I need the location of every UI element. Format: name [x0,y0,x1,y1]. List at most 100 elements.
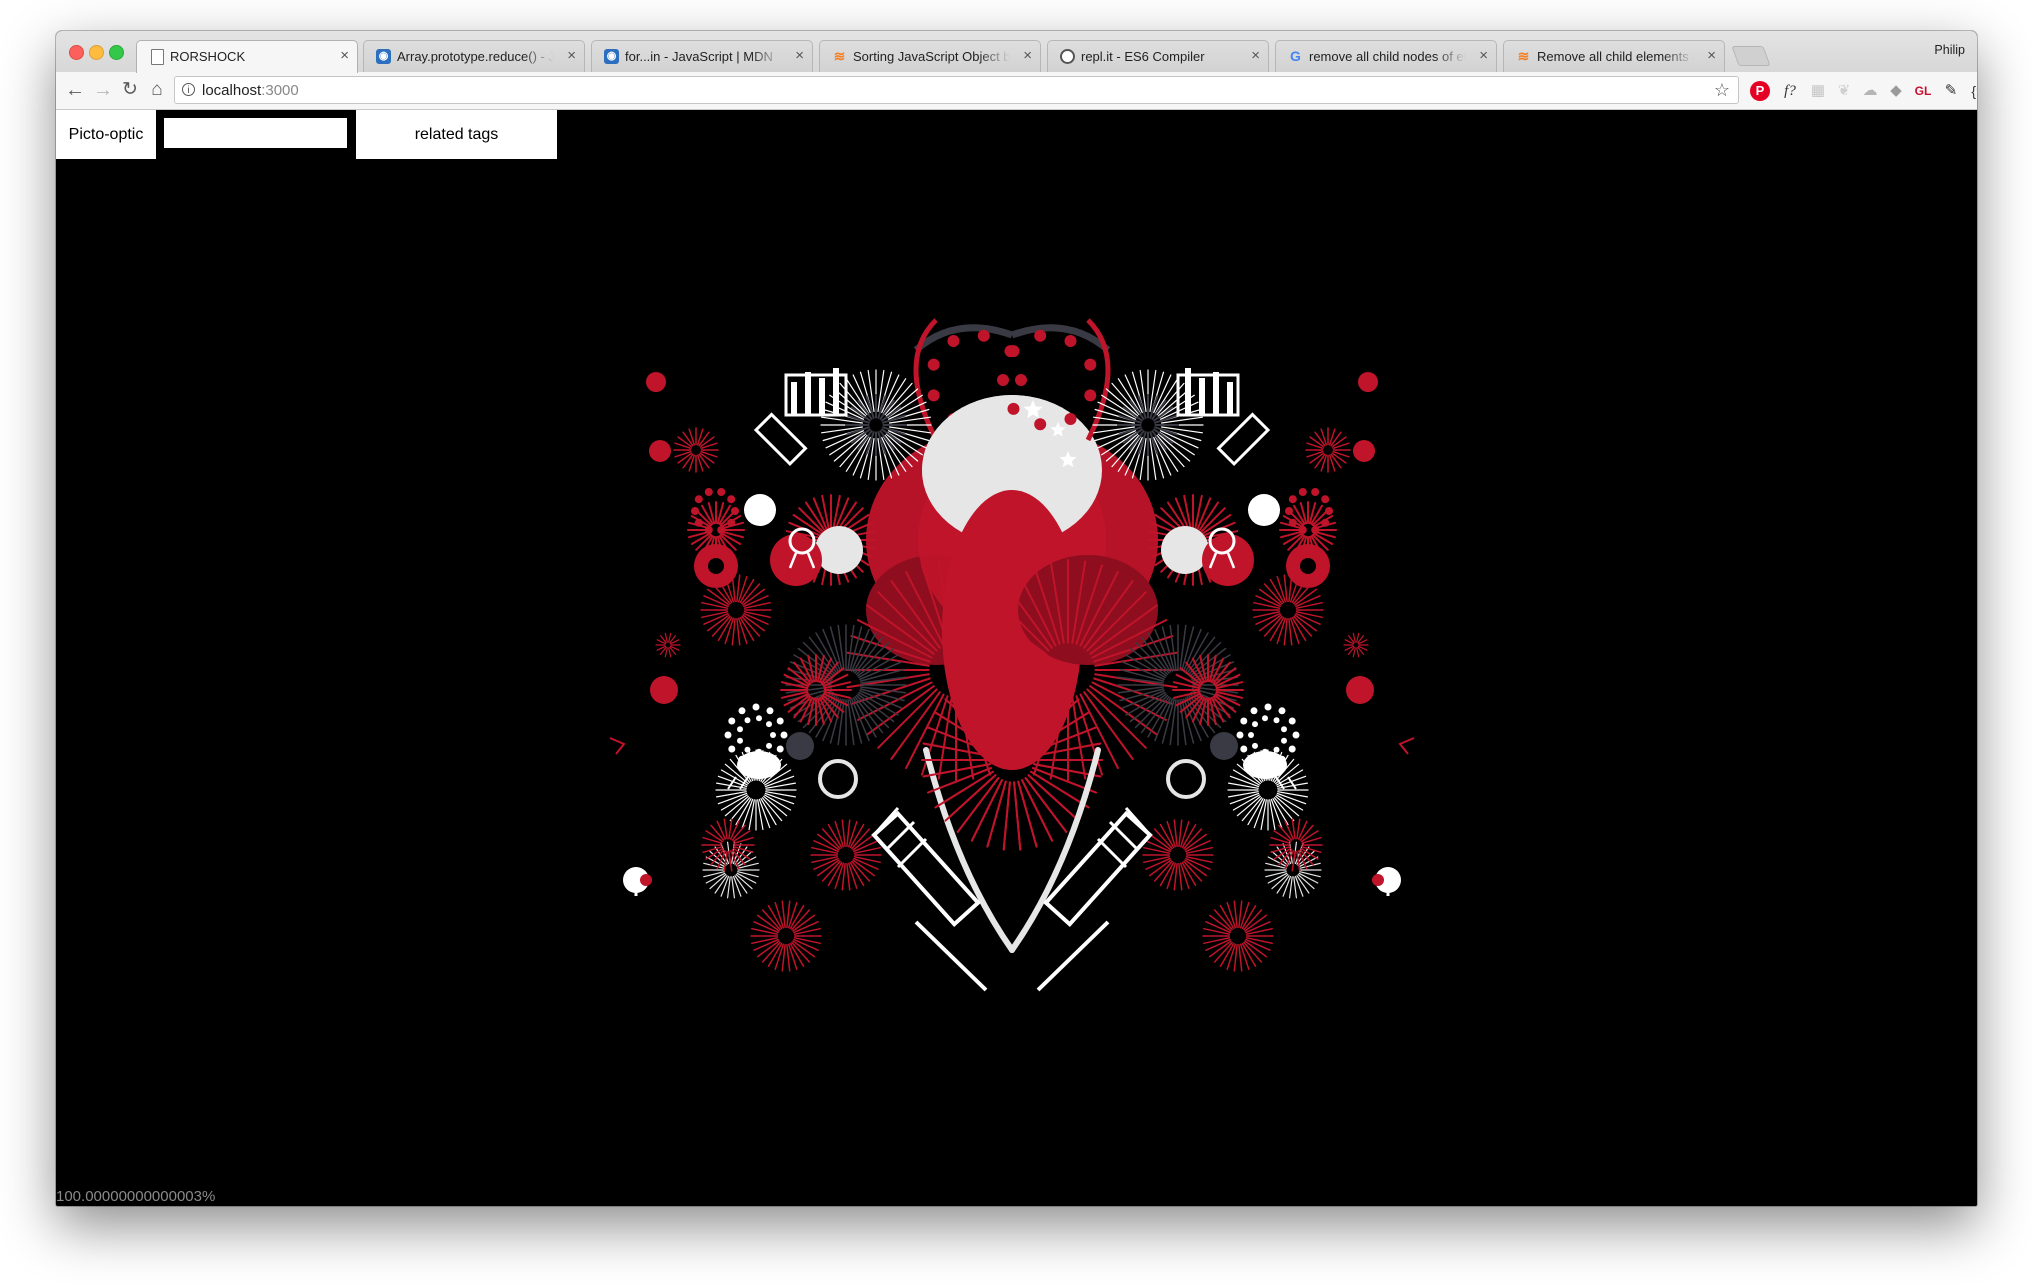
rocket-stick [914,920,988,992]
top-red-dots [977,329,990,342]
tab-title: for...in - JavaScript | MDN [625,49,773,64]
white-bloom [815,526,863,574]
back-arrow-icon[interactable]: ← [63,78,87,102]
white-dot-ring [724,731,732,739]
white-dot-ring [728,717,736,725]
close-tab-icon[interactable]: × [795,48,804,64]
red-dot-ring [727,495,736,504]
red-firework [673,427,719,473]
forward-arrow-icon[interactable]: → [91,78,115,102]
white-dot-ring [780,731,788,739]
white-dot-ring [744,746,751,753]
small-red-firework [646,372,666,392]
mdn-icon: ◉ [376,49,391,64]
tab-title: repl.it - ES6 Compiler [1081,49,1205,64]
firework-rocket [871,810,981,928]
new-tab-button[interactable] [1731,46,1771,66]
artwork-mirrored-half [918,320,1414,990]
top-red-dots [1015,374,1027,386]
cloud-extension-icon[interactable]: ☁ [1860,81,1880,101]
white-dot-ring [766,742,772,749]
tab-title: Array.prototype.reduce() - JavaScript | … [397,49,554,64]
red-dot-ring [727,518,736,527]
site-info-icon[interactable]: i [182,83,195,96]
zoom-readout: 100.00000000000003% [56,1188,216,1205]
font-finder-icon[interactable]: f? [1778,81,1802,101]
red-dot-ring [717,526,726,534]
tab-strip: RORSHOCK × ◉ Array.prototype.reduce() - … [56,31,1977,73]
tab-array-reduce[interactable]: ◉ Array.prototype.reduce() - JavaScript … [363,40,585,72]
white-dot-ring [744,717,751,724]
red-dot-ring [694,518,703,527]
reload-icon[interactable]: ↻ [118,78,142,102]
red-dot-ring [731,507,739,515]
close-tab-icon[interactable]: × [1023,48,1032,64]
mdn-icon: ◉ [604,49,619,64]
white-dot-ring [728,745,736,753]
close-tab-icon[interactable]: × [1251,48,1260,64]
tab-remove-children[interactable]: ≋ Remove all child elements of a DOM nod… [1503,40,1725,72]
close-tab-icon[interactable]: × [340,48,349,64]
tab-rorshock[interactable]: RORSHOCK × [136,40,358,73]
top-red-dots [927,389,940,402]
leaf-extension-icon[interactable]: ❦ [1834,81,1854,101]
bottom-white-arc [923,747,1015,953]
bookmark-star-icon[interactable]: ☆ [1714,80,1730,100]
page-icon [151,49,164,65]
related-tags-button[interactable]: related tags [356,110,557,159]
white-bloom [744,494,776,526]
json-viewer-icon[interactable]: {?} [1967,81,1977,101]
gl-extension-icon[interactable]: GL [1911,81,1935,101]
tab-for-in[interactable]: ◉ for...in - JavaScript | MDN × [591,40,813,72]
white-dot-ring [770,732,776,738]
browser-toolbar: ← → ↻ ⌂ i localhost:3000 ☆ P f? ▦ ❦ ☁ ◆ … [56,72,1977,110]
stackoverflow-icon: ≋ [1517,48,1530,64]
rorschach-artwork [609,110,1977,1206]
google-icon: G [1290,48,1301,64]
white-dot-ring [776,745,784,753]
red-firework [750,900,822,972]
page-viewport: Picto-optic related tags 100.00000000000… [56,110,1977,1206]
white-dot-ring [766,707,774,715]
address-url: localhost:3000 [202,82,299,99]
red-dot-ring [694,495,703,504]
replit-icon [1060,49,1075,64]
white-dot-ring [738,707,746,715]
tab-title: RORSHOCK [170,49,246,64]
ring-outline [818,759,858,799]
close-window-button[interactable] [69,45,84,60]
tab-sorting-object[interactable]: ≋ Sorting JavaScript Object by property … [819,40,1041,72]
close-tab-icon[interactable]: × [1707,48,1716,64]
red-pinwheel-hub [708,558,724,574]
red-dot-ring [717,488,726,496]
bird-icon [650,676,678,704]
top-red-dots [927,358,940,371]
red-dot-ring [691,507,699,515]
close-tab-icon[interactable]: × [567,48,576,64]
tree-accent [640,874,652,886]
small-red-pinwheel [649,440,671,462]
grid-extension-icon[interactable]: ▦ [1808,81,1828,101]
tab-google-search[interactable]: G remove all child nodes of element × [1275,40,1497,72]
top-slate-arc [913,324,1014,353]
tab-title: Sorting JavaScript Object by property va… [853,49,1010,64]
tag-search-input[interactable] [164,118,347,148]
layers-extension-icon[interactable]: ◆ [1886,81,1906,101]
zoom-window-button[interactable] [109,45,124,60]
profile-name[interactable]: Philip [1934,43,1965,57]
home-icon[interactable]: ⌂ [145,78,169,102]
pinterest-icon[interactable]: P [1750,81,1770,101]
red-dot-ring [704,488,713,496]
white-dot-ring [776,717,784,725]
address-bar[interactable]: i localhost:3000 ☆ [174,76,1739,104]
white-dot-ring [752,703,760,711]
close-tab-icon[interactable]: × [1479,48,1488,64]
small-rocket [753,412,808,467]
eyedropper-icon[interactable]: ✎ [1940,81,1962,101]
tab-replit[interactable]: repl.it - ES6 Compiler × [1047,40,1269,72]
tab-title: Remove all child elements of a DOM node [1537,49,1694,64]
white-dot-ring [756,715,762,722]
red-firework [810,819,882,891]
minimize-window-button[interactable] [89,45,104,60]
address-port: :3000 [261,82,299,99]
